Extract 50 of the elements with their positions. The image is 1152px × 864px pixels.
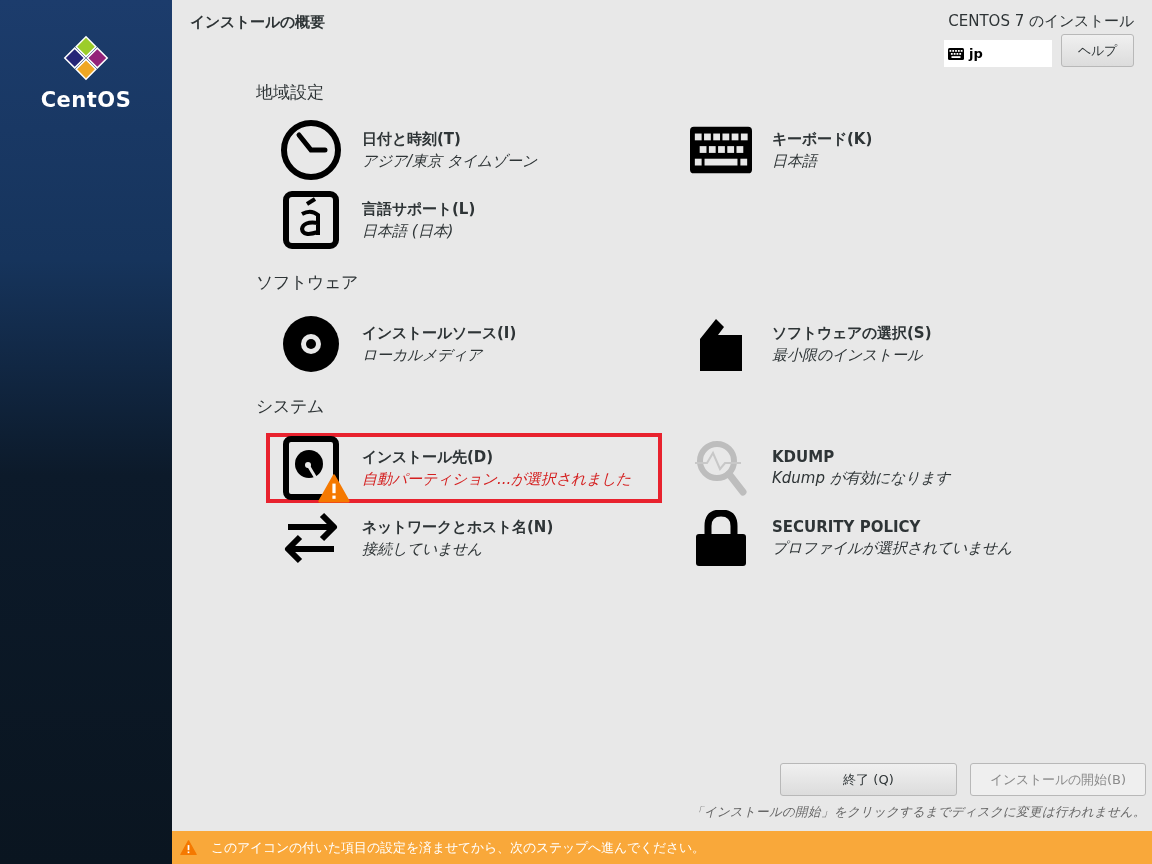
footer-note: 「インストールの開始」をクリックするまでディスクに変更は行われません。 xyxy=(691,804,1146,821)
spoke-status: ローカルメディア xyxy=(362,345,484,365)
spoke-status: 接続していません xyxy=(362,539,483,559)
spoke-status: 日本語 xyxy=(772,151,820,171)
centos-logo-icon xyxy=(62,34,110,82)
logo-text: CentOS xyxy=(40,88,132,112)
spoke-title: ソフトウェアの選択(S) xyxy=(772,323,932,343)
spoke-title: 言語サポート(L) xyxy=(362,199,476,219)
warning-icon xyxy=(318,474,350,503)
spoke[interactable]: キーボード(K) 日本語 xyxy=(676,115,1072,185)
spoke-title: キーボード(K) xyxy=(772,129,873,149)
help-button[interactable]: ヘルプ xyxy=(1061,34,1134,67)
highlighted-spoke[interactable]: インストール先(D) 自動パーティション...が選択されました xyxy=(266,433,662,503)
language-icon xyxy=(283,191,339,249)
spoke-status: 最小限のインストール xyxy=(772,345,924,365)
spoke[interactable]: SECURITY POLICY プロファイルが選択されていません xyxy=(676,503,1072,573)
warning-message: このアイコンの付いた項目の設定を済ませてから、次のステップへ進んでください。 xyxy=(211,838,705,857)
keyboard-icon xyxy=(690,126,752,174)
button[interactable]: 終了 (Q) xyxy=(780,763,957,796)
spoke-title: ネットワークとホスト名(N) xyxy=(362,517,554,537)
spoke-status: Kdump が有効になります xyxy=(772,469,950,488)
section-title: ソフトウェア xyxy=(256,271,359,294)
spoke-title: インストール先(D) xyxy=(362,447,495,467)
keyboard-icon xyxy=(948,47,964,60)
clock-icon xyxy=(280,119,342,181)
layout-label: jp xyxy=(969,46,983,61)
disc-icon xyxy=(282,315,340,373)
spoke[interactable]: 言語サポート(L) 日本語 (日本) xyxy=(266,185,662,255)
product-title: CENTOS 7 のインストール xyxy=(948,12,1134,31)
spoke-title: 日付と時刻(T) xyxy=(362,129,462,149)
keyboard-layout-indicator[interactable]: jp xyxy=(944,40,1052,67)
section-title: 地域設定 xyxy=(256,81,325,104)
magnifier-icon xyxy=(693,439,749,497)
padlock-icon xyxy=(696,510,746,566)
section-title: システム xyxy=(256,395,325,418)
spoke[interactable]: インストールソース(I) ローカルメディア xyxy=(266,309,662,379)
spoke-title: インストールソース(I) xyxy=(362,323,517,343)
spoke[interactable]: ネットワークとホスト名(N) 接続していません xyxy=(266,503,662,573)
spoke-title: KDUMP xyxy=(772,448,836,466)
package-icon xyxy=(698,317,744,371)
warning-icon xyxy=(180,839,197,856)
spoke-title: SECURITY POLICY xyxy=(772,518,922,536)
spoke[interactable]: ソフトウェアの選択(S) 最小限のインストール xyxy=(676,309,1072,379)
spoke-status: プロファイルが選択されていません xyxy=(772,539,1012,558)
spoke-status: アジア/東京 タイムゾーン xyxy=(362,151,537,171)
spoke-status: 日本語 (日本) xyxy=(362,221,455,241)
window-title: インストールの概要 xyxy=(190,13,325,33)
spoke[interactable]: 日付と時刻(T) アジア/東京 タイムゾーン xyxy=(266,115,662,185)
spoke[interactable]: KDUMP Kdump が有効になります xyxy=(676,433,1072,503)
spoke-status: 自動パーティション...が選択されました xyxy=(362,469,632,489)
